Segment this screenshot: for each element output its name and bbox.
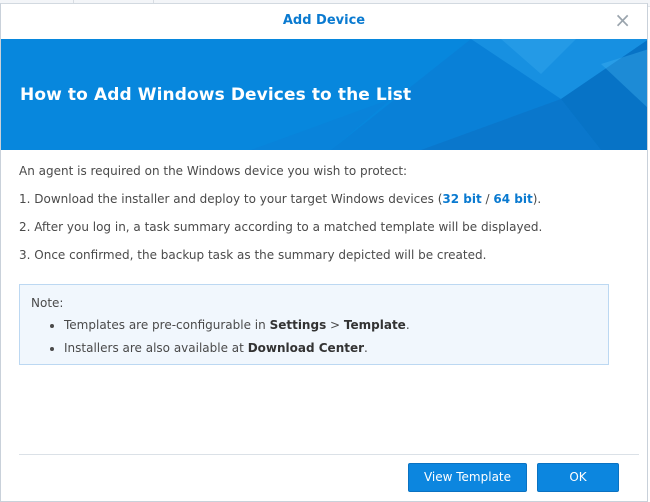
note-list: Templates are pre-configurable in Settin… (31, 318, 410, 364)
step-1: 1. Download the installer and deploy to … (19, 192, 619, 220)
note-item-templates: Templates are pre-configurable in Settin… (64, 318, 410, 341)
download-32bit-link[interactable]: 32 bit (442, 192, 481, 206)
step-1-suffix: ). (532, 192, 542, 206)
download-center-term: Download Center (247, 341, 365, 355)
banner: How to Add Windows Devices to the List (1, 39, 647, 150)
note-label: Note: (31, 296, 64, 310)
note-box: Note: Templates are pre-configurable in … (19, 284, 609, 365)
note-item-suffix: . (364, 341, 368, 355)
intro-text: An agent is required on the Windows devi… (19, 164, 408, 178)
close-icon[interactable]: × (614, 8, 631, 32)
link-separator: / (481, 192, 494, 206)
dialog-title: Add Device (282, 13, 366, 28)
note-item-suffix: . (405, 318, 410, 332)
instructions: An agent is required on the Windows devi… (19, 164, 619, 276)
note-item-text: Installers are also available at (64, 341, 248, 355)
template-term: Template (343, 318, 406, 332)
ok-button[interactable]: OK (537, 463, 619, 492)
settings-term: Settings (269, 318, 327, 332)
step-3: 3. Once confirmed, the backup task as th… (19, 248, 487, 262)
note-item-text: Templates are pre-configurable in (64, 318, 270, 332)
step-2: 2. After you log in, a task summary acco… (19, 220, 543, 234)
path-separator: > (326, 318, 344, 332)
footer-divider (19, 454, 639, 455)
note-item-installers: Installers are also available at Downloa… (64, 341, 410, 364)
view-template-button[interactable]: View Template (408, 463, 527, 492)
banner-heading: How to Add Windows Devices to the List (20, 85, 412, 105)
dialog-titlebar: Add Device × (1, 4, 647, 39)
step-1-text: 1. Download the installer and deploy to … (19, 192, 443, 206)
add-device-dialog: Add Device × How to Add Windows Devices … (0, 3, 648, 502)
download-64bit-link[interactable]: 64 bit (493, 192, 532, 206)
